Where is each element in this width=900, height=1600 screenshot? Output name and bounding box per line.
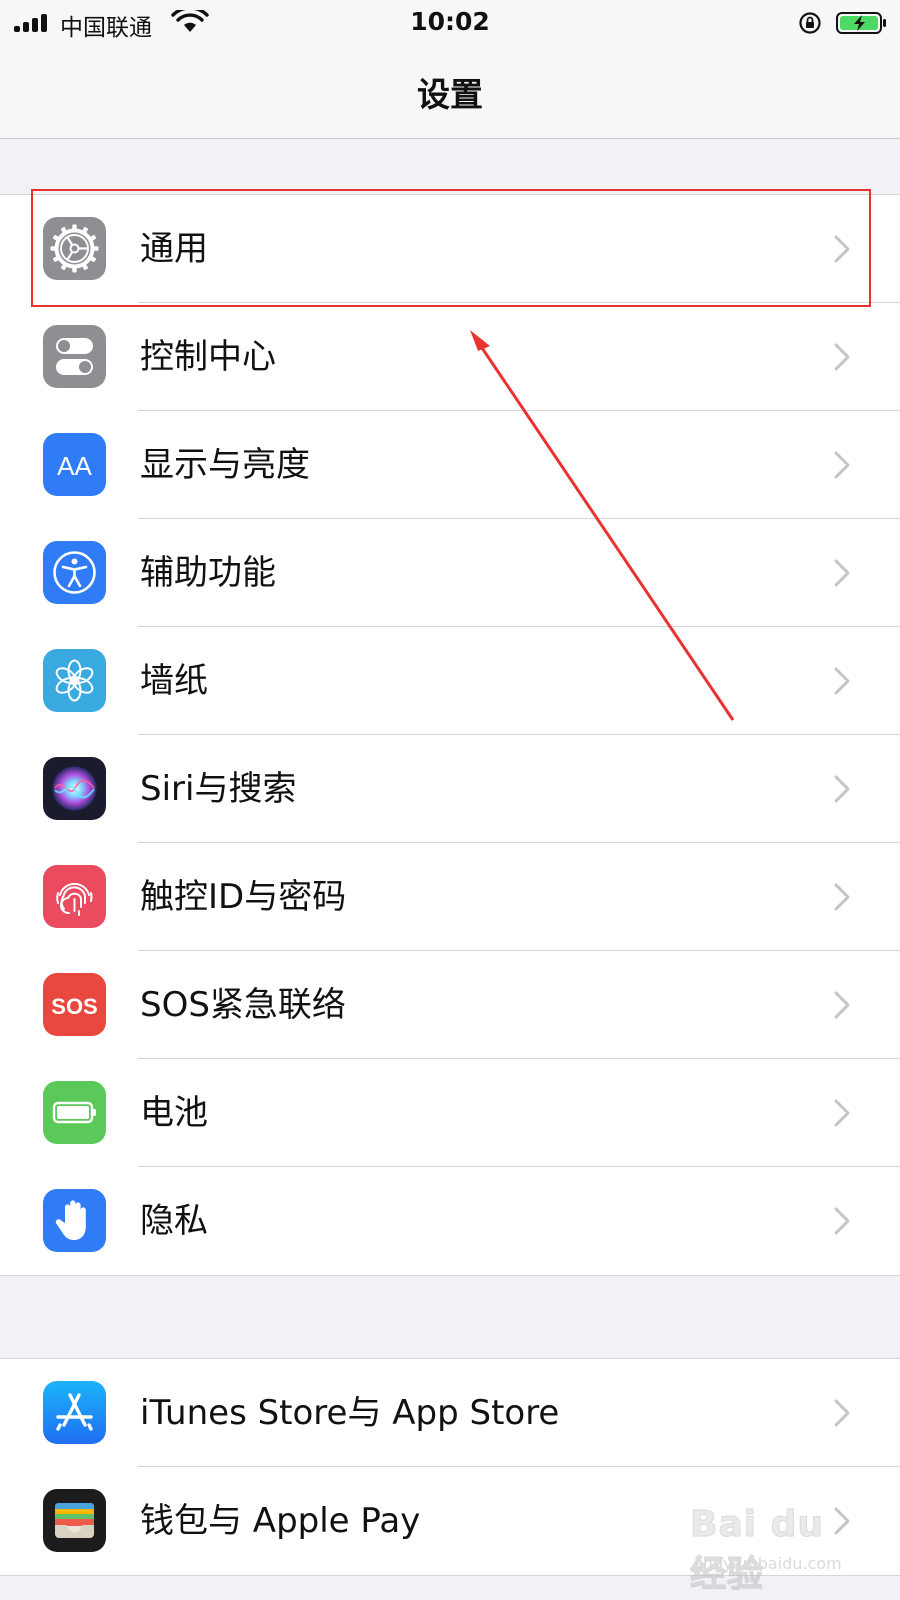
chevron-right-icon bbox=[834, 1507, 850, 1535]
settings-row-emergency-sos[interactable]: SOS SOS紧急联络 bbox=[0, 951, 900, 1059]
settings-row-label: 显示与亮度 bbox=[140, 445, 310, 485]
chevron-right-icon bbox=[834, 235, 850, 263]
settings-row-label: 电池 bbox=[140, 1093, 208, 1133]
settings-row-itunes-app-store[interactable]: iTunes Store与 App Store bbox=[0, 1359, 900, 1467]
sos-icon: SOS bbox=[43, 973, 106, 1036]
settings-row-privacy[interactable]: 隐私 bbox=[0, 1167, 900, 1275]
settings-row-label: iTunes Store与 App Store bbox=[140, 1393, 560, 1433]
settings-row-general[interactable]: 通用 bbox=[0, 195, 900, 303]
chevron-right-icon bbox=[834, 1399, 850, 1427]
chevron-right-icon bbox=[834, 1207, 850, 1235]
chevron-right-icon bbox=[834, 343, 850, 371]
settings-row-wallpaper[interactable]: 墙纸 bbox=[0, 627, 900, 735]
accessibility-icon bbox=[43, 541, 106, 604]
settings-row-siri-search[interactable]: Siri与搜索 bbox=[0, 735, 900, 843]
settings-row-label: 隐私 bbox=[140, 1201, 208, 1241]
status-time: 10:02 bbox=[410, 7, 490, 36]
settings-row-label: Siri与搜索 bbox=[140, 769, 297, 809]
page-title: 设置 bbox=[417, 75, 483, 114]
settings-row-label: 辅助功能 bbox=[140, 553, 276, 593]
wallpaper-flower-icon bbox=[43, 649, 106, 712]
control-center-icon bbox=[43, 325, 106, 388]
navigation-bar: 设置 bbox=[0, 44, 900, 139]
chevron-right-icon bbox=[834, 451, 850, 479]
app-store-icon bbox=[43, 1381, 106, 1444]
settings-row-accessibility[interactable]: 辅助功能 bbox=[0, 519, 900, 627]
settings-row-label: 触控ID与密码 bbox=[140, 877, 347, 917]
svg-text:AA: AA bbox=[57, 451, 92, 481]
settings-row-battery[interactable]: 电池 bbox=[0, 1059, 900, 1167]
settings-group-stores: iTunes Store与 App Store 钱包与 Apple Pay bbox=[0, 1358, 900, 1576]
status-bar: 中国联通 10:02 bbox=[0, 0, 900, 44]
battery-status-icon bbox=[836, 12, 886, 34]
settings-row-display-brightness[interactable]: AA 显示与亮度 bbox=[0, 411, 900, 519]
settings-group-main: 通用 控制中心 AA 显示与亮度 辅助功能 墙纸 Siri与搜索 触控ID与密码… bbox=[0, 194, 900, 1276]
orientation-lock-icon bbox=[799, 12, 821, 34]
chevron-right-icon bbox=[834, 883, 850, 911]
gear-icon bbox=[43, 217, 106, 280]
chevron-right-icon bbox=[834, 667, 850, 695]
chevron-right-icon bbox=[834, 559, 850, 587]
wallet-icon bbox=[43, 1489, 106, 1552]
settings-row-touch-id-passcode[interactable]: 触控ID与密码 bbox=[0, 843, 900, 951]
display-aa-icon: AA bbox=[43, 433, 106, 496]
settings-row-control-center[interactable]: 控制中心 bbox=[0, 303, 900, 411]
siri-icon bbox=[43, 757, 106, 820]
settings-row-label: 墙纸 bbox=[140, 661, 208, 701]
settings-row-label: 通用 bbox=[140, 229, 208, 269]
battery-icon bbox=[43, 1081, 106, 1144]
fingerprint-icon bbox=[43, 865, 106, 928]
hand-icon bbox=[43, 1189, 106, 1252]
chevron-right-icon bbox=[834, 991, 850, 1019]
settings-row-wallet-apple-pay[interactable]: 钱包与 Apple Pay bbox=[0, 1467, 900, 1575]
settings-row-label: 钱包与 Apple Pay bbox=[140, 1501, 421, 1541]
settings-row-label: 控制中心 bbox=[140, 337, 276, 377]
chevron-right-icon bbox=[834, 775, 850, 803]
settings-row-label: SOS紧急联络 bbox=[140, 985, 346, 1025]
chevron-right-icon bbox=[834, 1099, 850, 1127]
sos-icon-text: SOS bbox=[51, 994, 97, 1019]
